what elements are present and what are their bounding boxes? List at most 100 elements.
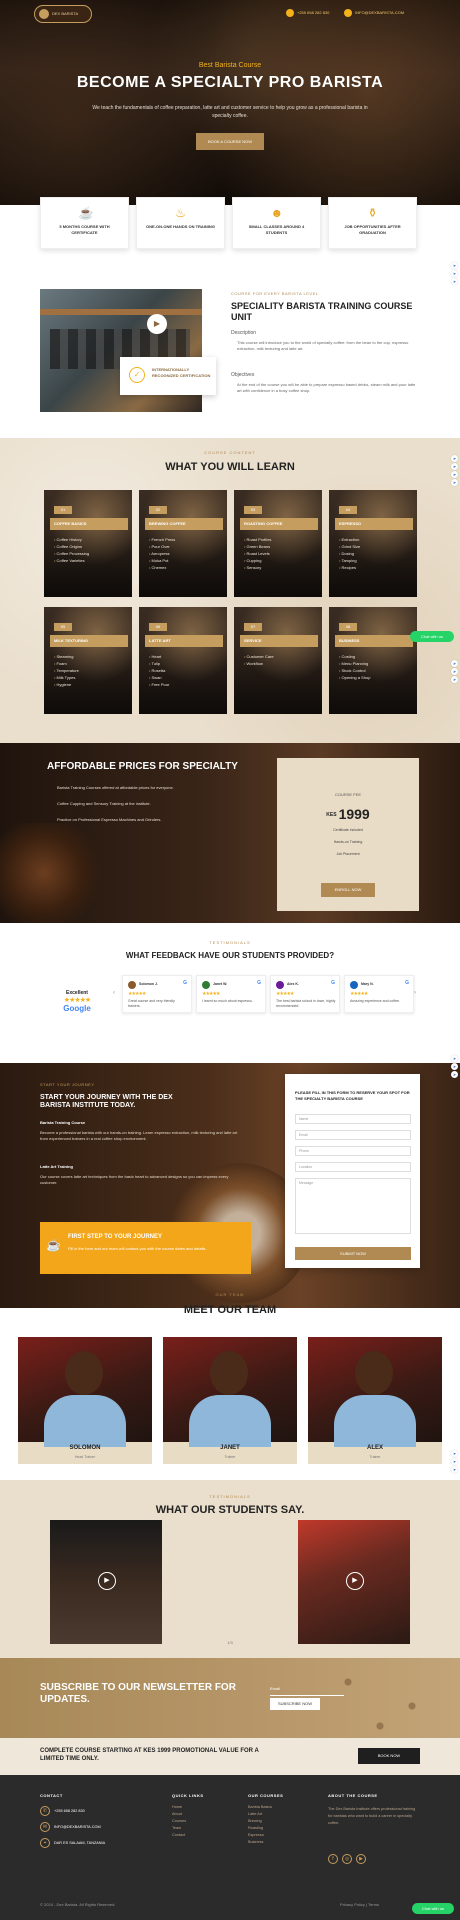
course-module-card[interactable]: 02 BREWING COFFEE French PressPour OverAer… (139, 490, 227, 597)
share-icon[interactable]: ➤ (451, 270, 458, 277)
footer-link[interactable]: Latte Art (248, 1811, 272, 1818)
module-topic: Aeropress (149, 550, 175, 557)
journey-kicker: START YOUR JOURNEY (40, 1082, 95, 1087)
module-number: 05 (54, 623, 72, 631)
footer-email[interactable]: ✉ INFO@DEXBARISTA.COM (40, 1822, 101, 1832)
instagram-icon[interactable]: ◎ (342, 1853, 352, 1864)
team-body (189, 1395, 271, 1447)
newsletter-email-input[interactable]: Email (270, 1686, 344, 1696)
legal-links[interactable]: Privacy Policy | Terms (340, 1902, 379, 1907)
phone-field[interactable]: Phone (295, 1146, 411, 1156)
location-field[interactable]: Location (295, 1162, 411, 1172)
footer-heading: ABOUT THE COURSE (328, 1793, 378, 1798)
footer-link[interactable]: About (172, 1811, 186, 1818)
footer-link[interactable]: Team (172, 1825, 186, 1832)
price-currency: KES (326, 812, 337, 819)
footer-heading: OUR COURSES (248, 1793, 284, 1798)
review-stars-icon: ★★★★★ (276, 991, 294, 997)
email-field[interactable]: Email (295, 1130, 411, 1140)
price-feature: Job Placement (336, 852, 360, 856)
course-module-card[interactable]: 03 ROASTING COFFEE Roast ProfilesGreen Bea… (234, 490, 322, 597)
play-icon[interactable]: ▶ (98, 1572, 116, 1590)
header-phone[interactable]: +255 658 282 830 (286, 9, 329, 19)
feature-card: ⚱ JOB OPPORTUNITIES AFTER GRADUATION (328, 197, 417, 249)
site-logo[interactable]: DEX BARISTA (34, 5, 92, 23)
course-module-card[interactable]: 08 BUSINESS CostingMenu PlanningStock Cont… (329, 607, 417, 714)
share-icon[interactable]: ➤ (451, 1055, 458, 1062)
student-video[interactable]: ▶ (298, 1520, 410, 1644)
share-icon[interactable]: ➤ (451, 479, 458, 486)
review-card: Mary N. G ★★★★★ Amazing experience and coff… (344, 975, 414, 1013)
footer-link[interactable]: Contact (172, 1832, 186, 1839)
share-icon[interactable]: ➤ (451, 1466, 458, 1473)
book-course-button[interactable]: BOOK A COURSE NOW (196, 133, 264, 150)
footer-link[interactable]: Barista Basics (248, 1804, 272, 1811)
team-title: MEET OUR TEAM (183, 1304, 277, 1316)
footer-phone[interactable]: ✆ +255 658 282 830 (40, 1806, 85, 1816)
facebook-icon[interactable]: f (328, 1853, 338, 1864)
header-email[interactable]: INFO@DEXBARISTA.COM (344, 9, 404, 19)
youtube-icon[interactable]: ▶ (356, 1853, 366, 1864)
share-icon[interactable]: ➤ (451, 1071, 458, 1078)
share-icon[interactable]: ➤ (451, 668, 458, 675)
footer-link[interactable]: Courses (172, 1818, 186, 1825)
carousel-prev-icon[interactable]: ‹ (113, 990, 115, 996)
share-icon[interactable]: ➤ (451, 1458, 458, 1465)
module-topic: Steaming (54, 653, 79, 660)
price-feature: Hands-on Training (333, 840, 363, 844)
footer-link[interactable]: Brewing (248, 1818, 272, 1825)
enroll-button[interactable]: ENROLL NOW (321, 883, 375, 897)
footer-link[interactable]: Espresso (248, 1832, 272, 1839)
price-label: COURSE FEE (334, 792, 361, 797)
unit-text: This course will introduce you to the wo… (237, 340, 409, 351)
module-topic: Dosing (339, 550, 360, 557)
footer-link[interactable]: Roasting (248, 1825, 272, 1832)
whatsapp-chat-button[interactable]: Chat with us (412, 1903, 454, 1914)
footer-phone-text: +255 658 282 830 (54, 1809, 85, 1813)
course-module-card[interactable]: 01 COFFEE BASICS Coffee HistoryCoffee Orig… (44, 490, 132, 597)
share-icon[interactable]: ➤ (451, 278, 458, 285)
promo-button[interactable]: BOOK NOW (358, 1748, 420, 1764)
share-icon[interactable]: ➤ (451, 262, 458, 269)
module-title: BUSINESS (335, 635, 413, 647)
message-field[interactable]: Message (295, 1178, 411, 1234)
reviewer-name: Mary N. (361, 982, 374, 986)
course-module-card[interactable]: 04 ESPRESSO ExtractionGrind SizeDosingTamp… (329, 490, 417, 597)
share-icon[interactable]: ➤ (451, 660, 458, 667)
course-module-card[interactable]: 05 MILK TEXTURING SteamingFoamTemperatureM… (44, 607, 132, 714)
unit-label: Objectives (231, 372, 255, 378)
name-field[interactable]: Name (295, 1114, 411, 1124)
reviewer-name: Janet W. (213, 982, 228, 986)
module-topic: Heart (149, 653, 169, 660)
certification-text: INTERNATIONALLY RECOGNIZED CERTIFICATION (152, 367, 211, 378)
share-icon[interactable]: ➤ (451, 471, 458, 478)
carousel-next-icon[interactable]: › (414, 990, 416, 996)
course-module-card[interactable]: 07 SERVICE Customer CareWorkflow (234, 607, 322, 714)
team-face (65, 1351, 103, 1395)
share-icon[interactable]: ➤ (451, 1063, 458, 1070)
submit-button[interactable]: SUBMIT NOW (295, 1247, 411, 1260)
course-module-card[interactable]: 06 LATTE ART HeartTulipRosettaSwanFree Pou… (139, 607, 227, 714)
module-topic: Menu Planning (339, 660, 370, 667)
module-topic: Temperature (54, 667, 78, 674)
module-topics: Customer CareWorkflow (244, 653, 274, 667)
team-member-card: ALEX Trainer (308, 1337, 442, 1464)
module-number: 06 (149, 623, 167, 631)
share-icon[interactable]: ➤ (451, 455, 458, 462)
journey-text: Our course covers latte art techniques f… (40, 1174, 229, 1185)
module-topic: Recipes (339, 564, 360, 571)
share-icon[interactable]: ➤ (451, 463, 458, 470)
play-icon[interactable]: ▶ (346, 1572, 364, 1590)
subscribe-button[interactable]: SUBSCRIBE NOW (270, 1698, 320, 1710)
module-topic: Coffee Varieties (54, 557, 89, 564)
share-icon[interactable]: ➤ (451, 1450, 458, 1457)
feature-card: ☕ 5 MONTHS COURSE WITH CERTIFICATE (40, 197, 129, 249)
cup-icon: ☕ (78, 206, 94, 220)
module-title: LATTE ART (145, 635, 223, 647)
share-icon[interactable]: ➤ (451, 676, 458, 683)
play-icon[interactable]: ▶ (147, 314, 167, 334)
student-video[interactable]: ▶ (50, 1520, 162, 1644)
footer-link[interactable]: Business (248, 1839, 272, 1846)
footer-link[interactable]: Home (172, 1804, 186, 1811)
whatsapp-float-button[interactable]: Chat with us (410, 631, 454, 642)
